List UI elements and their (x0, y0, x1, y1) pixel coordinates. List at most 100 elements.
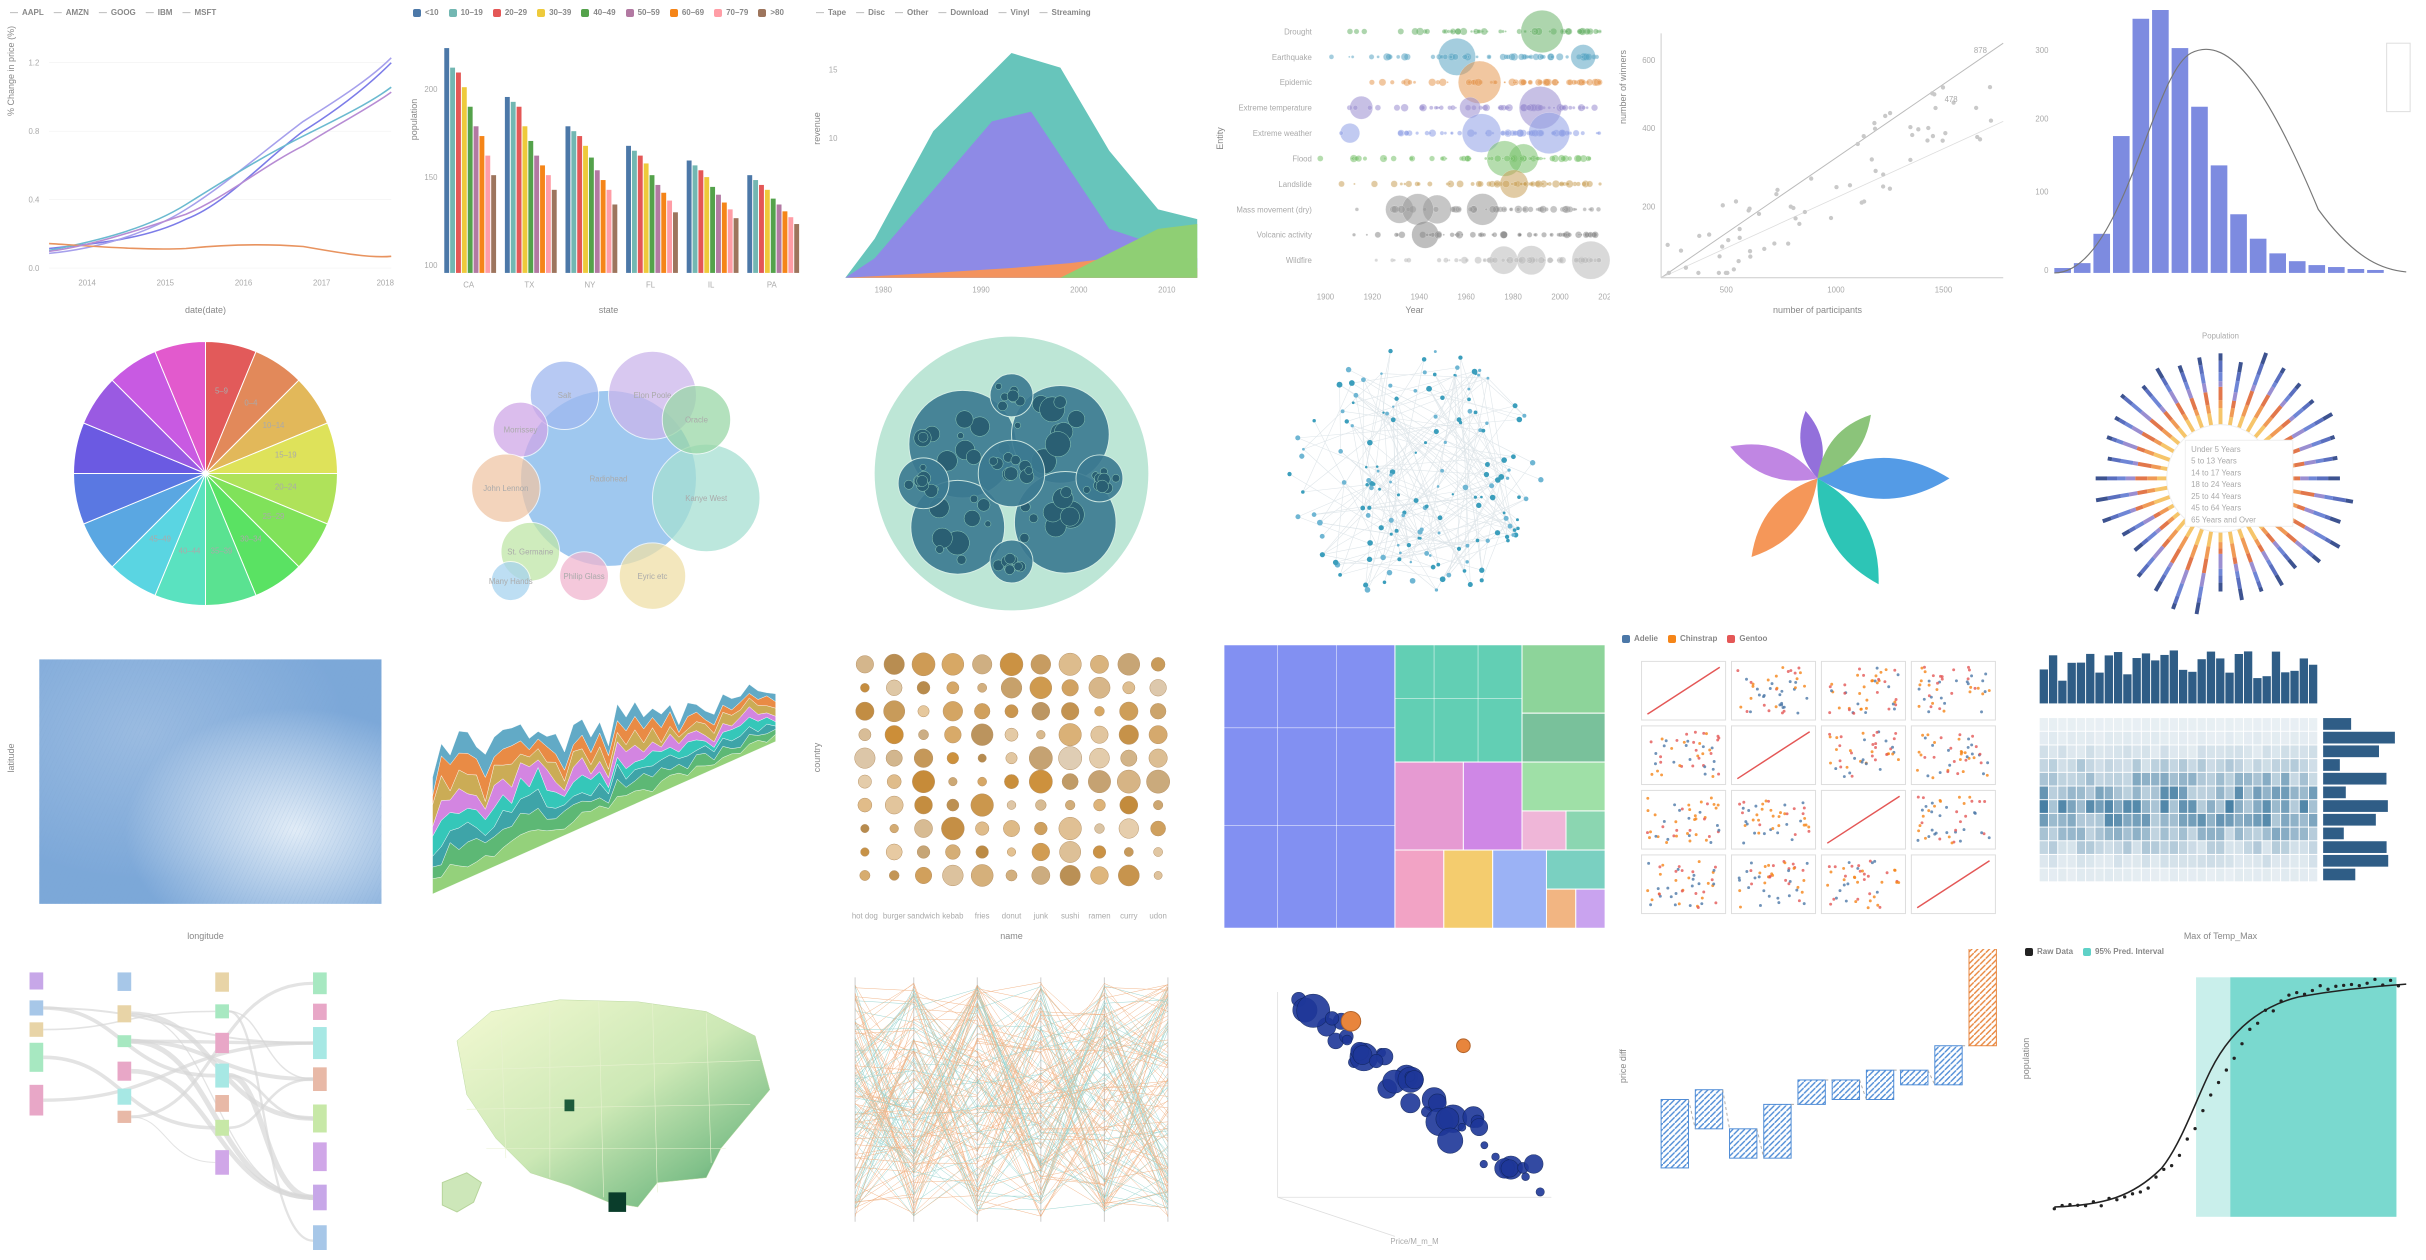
plot-area: 0.0 0.4 0.8 1.2 2014 2015 2016 2017 2018 (10, 10, 401, 311)
plot-area (413, 636, 804, 937)
svg-text:junk: junk (1033, 911, 1048, 920)
chart-3d-bubble-scatter: Price/M_m_M (1213, 943, 1616, 1256)
svg-text:2018: 2018 (377, 279, 394, 288)
plot-area (1219, 323, 1610, 624)
y-axis-label: population (2021, 1037, 2031, 1079)
plot-area: 0 100 200 300 (2025, 10, 2416, 311)
chart-waterfall: price diff (1616, 943, 2019, 1256)
svg-text:15: 15 (829, 66, 838, 75)
plot-area: RadioheadKanye WestElon PooleOracleSaltM… (413, 323, 804, 624)
svg-text:Flood: Flood (1292, 154, 1312, 163)
svg-text:1000: 1000 (1827, 285, 1845, 294)
plot-area (1622, 949, 2013, 1250)
svg-text:478: 478 (1945, 95, 1958, 104)
svg-text:0.8: 0.8 (28, 127, 39, 136)
svg-text:2000: 2000 (1070, 285, 1088, 294)
chart-line-prediction-band: Raw Data 95% Pred. Interval population (2019, 943, 2422, 1256)
svg-text:500: 500 (1720, 285, 1734, 294)
plot-area: Under 5 Years 5 to 13 Years 14 to 17 Yea… (2025, 323, 2416, 624)
x-axis-label: date(date) (185, 305, 226, 315)
chart-bar-grouped-population: <10 10–19 20–29 30–39 40–49 50–59 60–69 … (407, 4, 810, 317)
x-axis-label: number of participants (1773, 305, 1862, 315)
svg-text:15–19: 15–19 (275, 451, 297, 460)
legend: — AAPL — AMZN — GOOG — IBM — MSFT (10, 8, 401, 18)
chart-scatter-matrix: Adelie Chinstrap Gentoo (1616, 630, 2019, 943)
svg-text:5 to 13 Years: 5 to 13 Years (2191, 457, 2237, 466)
svg-text:2015: 2015 (157, 279, 175, 288)
chart-streamgraph (407, 630, 810, 943)
svg-text:200: 200 (1642, 202, 1656, 211)
svg-text:Epidemic: Epidemic (1280, 78, 1312, 87)
svg-text:400: 400 (1642, 124, 1656, 133)
svg-text:Drought: Drought (1284, 27, 1313, 36)
svg-text:NY: NY (584, 281, 596, 290)
svg-text:878: 878 (1974, 46, 1987, 55)
svg-text:Salt: Salt (558, 391, 572, 400)
svg-text:100: 100 (424, 261, 438, 270)
svg-text:300: 300 (2035, 46, 2049, 55)
svg-text:Extreme weather: Extreme weather (1253, 129, 1312, 138)
svg-text:Price/M_m_M: Price/M_m_M (1390, 1237, 1438, 1246)
plot-area (816, 323, 1207, 624)
chart-network-graph (1213, 317, 1616, 630)
svg-text:Eyric etc: Eyric etc (638, 572, 668, 581)
plot-area (816, 949, 1207, 1250)
y-axis-label: latitude (6, 743, 16, 772)
svg-text:Elon Poole: Elon Poole (634, 391, 672, 400)
chart-histogram-density: 0 100 200 300 (2019, 4, 2422, 317)
svg-text:1980: 1980 (875, 285, 893, 294)
svg-text:2020: 2020 (1598, 292, 1610, 301)
chart-area-music-revenue: — Tape — Disc — Other — Download — Vinyl… (810, 4, 1213, 317)
svg-text:Kanye West: Kanye West (685, 494, 728, 503)
y-axis-label: Entity (1215, 127, 1225, 150)
svg-text:udon: udon (1149, 911, 1166, 920)
svg-text:FL: FL (646, 281, 656, 290)
svg-text:0.0: 0.0 (28, 264, 40, 273)
plot-area (2025, 636, 2416, 937)
chart-circle-packing (810, 317, 1213, 630)
svg-text:kebab: kebab (942, 911, 964, 920)
plot-area: DroughtEarthquakeEpidemicExtreme tempera… (1219, 10, 1610, 311)
svg-text:Oracle: Oracle (685, 416, 708, 425)
svg-text:CA: CA (463, 281, 475, 290)
svg-text:30–34: 30–34 (240, 535, 262, 544)
svg-text:Under 5 Years: Under 5 Years (2191, 445, 2241, 454)
svg-text:2010: 2010 (1158, 285, 1176, 294)
svg-text:1.2: 1.2 (28, 59, 39, 68)
svg-text:fries: fries (975, 911, 990, 920)
chart-parallel-coordinates (810, 943, 1213, 1256)
svg-text:65 Years and Over: 65 Years and Over (2191, 515, 2256, 524)
svg-text:200: 200 (2035, 114, 2049, 123)
svg-text:sushi: sushi (1061, 911, 1080, 920)
chart-bubble-cluster-labeled: RadioheadKanye WestElon PooleOracleSaltM… (407, 317, 810, 630)
svg-text:2016: 2016 (235, 279, 252, 288)
svg-text:0–4: 0–4 (244, 398, 258, 407)
svg-text:sandwich: sandwich (907, 911, 940, 920)
svg-text:2017: 2017 (313, 279, 330, 288)
svg-text:1500: 1500 (1935, 285, 1953, 294)
svg-text:TX: TX (524, 281, 535, 290)
y-axis-label: price diff (1618, 1049, 1628, 1083)
svg-text:14 to 17 Years: 14 to 17 Years (2191, 468, 2241, 477)
plot-area: 500 1000 1500 200 400 600 878 478 (1622, 10, 2013, 311)
svg-text:1960: 1960 (1458, 292, 1476, 301)
svg-text:5–9: 5–9 (215, 386, 228, 395)
svg-text:Philip Glass: Philip Glass (563, 572, 604, 581)
chart-pie-rainbow: 5–90–410–1415–1920–2425–2930–3435–3940–4… (4, 317, 407, 630)
chart-radial-stacked-bar: Under 5 Years 5 to 13 Years 14 to 17 Yea… (2019, 317, 2422, 630)
y-axis-label: revenue (812, 112, 822, 145)
plot-area (10, 636, 401, 937)
svg-text:burger: burger (883, 911, 906, 920)
svg-text:PA: PA (767, 281, 778, 290)
svg-text:150: 150 (424, 173, 438, 182)
y-axis-label: number of winners (1618, 49, 1628, 123)
svg-text:45–49: 45–49 (149, 535, 171, 544)
chart-dot-matrix: country name hot dogburgersandwichkebabf… (810, 630, 1213, 943)
svg-text:20–24: 20–24 (275, 482, 297, 491)
plot-area: 5–90–410–1415–1920–2425–2930–3435–3940–4… (10, 323, 401, 624)
legend: — Tape — Disc — Other — Download — Vinyl… (816, 8, 1207, 18)
plot-area: hot dogburgersandwichkebabfriesdonutjunk… (816, 636, 1207, 937)
svg-text:25–29: 25–29 (263, 512, 285, 521)
svg-text:0.4: 0.4 (28, 196, 40, 205)
svg-text:100: 100 (2035, 188, 2049, 197)
